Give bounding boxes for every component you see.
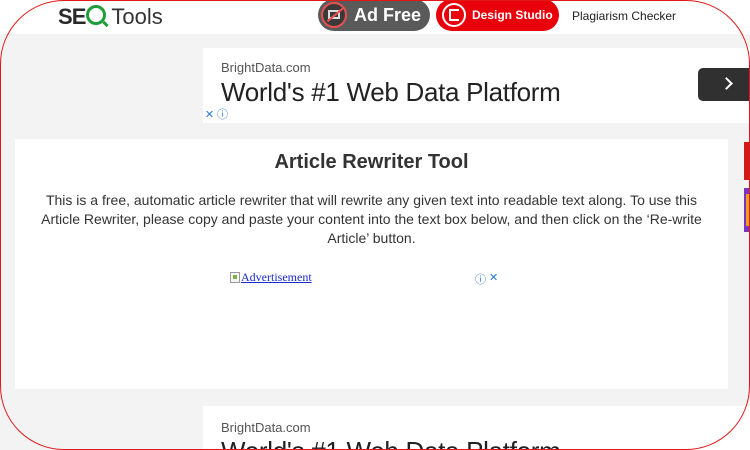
browser-viewport: SE Tools Ad Free Design Studio Plagiaris… (0, 0, 750, 450)
inline-ad: Advertisement ⓘ ✕ (230, 270, 498, 286)
ad-info-icon[interactable]: ⓘ (217, 110, 228, 121)
site-logo[interactable]: SE Tools (58, 4, 163, 30)
advertisement-link-text: Advertisement (241, 270, 312, 284)
ad-close-icon[interactable]: ✕ (204, 110, 215, 121)
logo-seo-e: E (71, 4, 87, 29)
side-ad-strip-red (744, 142, 750, 180)
no-ads-icon (321, 2, 347, 28)
article-rewriter-card: Article Rewriter Tool This is a free, au… (15, 139, 728, 389)
inline-ad-info-icon[interactable]: ⓘ (475, 271, 486, 287)
advertisement-link[interactable]: Advertisement (230, 270, 312, 285)
ad-open-button[interactable] (698, 68, 750, 101)
logo-tools-text: Tools (111, 4, 163, 29)
ad-bottom-headline: World's #1 Web Data Platform (221, 436, 561, 450)
ad-domain: BrightData.com (221, 60, 311, 75)
magnifier-icon (86, 5, 107, 25)
ad-bottom-domain: BrightData.com (221, 420, 311, 435)
ad-headline: World's #1 Web Data Platform (221, 77, 561, 107)
tool-description: This is a free, automatic article rewrit… (41, 192, 702, 246)
nav-plagiarism-checker[interactable]: Plagiarism Checker (572, 9, 676, 23)
ad-choices: ✕ ⓘ (204, 110, 228, 122)
design-studio-label: Design Studio (472, 8, 553, 22)
ad-free-label: Ad Free (354, 4, 422, 25)
broken-image-icon (230, 272, 240, 283)
side-ad-strip-purple (744, 188, 750, 232)
inline-ad-choices: ⓘ ✕ (475, 271, 498, 287)
top-ad-banner[interactable]: BrightData.com World's #1 Web Data Platf… (203, 48, 750, 123)
ad-free-button[interactable]: Ad Free (318, 0, 430, 31)
design-studio-logo-icon (442, 3, 466, 27)
logo-seo-s: S (58, 4, 73, 29)
design-studio-button[interactable]: Design Studio (436, 0, 559, 31)
page-title: Article Rewriter Tool (274, 151, 469, 173)
bottom-ad-banner[interactable]: BrightData.com World's #1 Web Data Platf… (203, 406, 750, 450)
site-header: SE Tools Ad Free Design Studio Plagiaris… (0, 0, 750, 34)
logo-seo-text: SE (58, 4, 107, 30)
inline-ad-close-icon[interactable]: ✕ (489, 271, 498, 287)
